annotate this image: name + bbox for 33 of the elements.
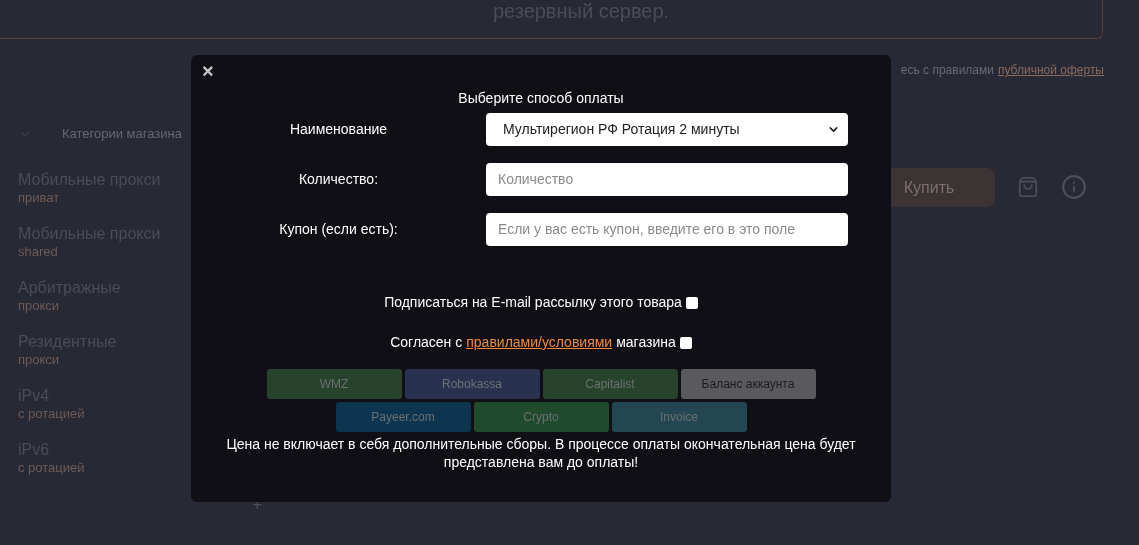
field-label: Купон (если есть): bbox=[278, 219, 399, 239]
payment-method-button[interactable]: Invoice bbox=[611, 402, 747, 432]
price-note: Цена не включает в себя дополнительные сборы. В процессе оплаты окончательная цена будет представлена вам до оплаты! bbox=[225, 435, 857, 471]
sidebar-item-subtitle: приват bbox=[18, 190, 61, 206]
payment-method-button[interactable]: WMZ bbox=[266, 369, 402, 399]
sidebar-item-subtitle: с ротацией bbox=[18, 460, 86, 476]
agree-text: магазина bbox=[616, 333, 676, 352]
terms-link[interactable]: правилами/условиями bbox=[466, 332, 613, 353]
payment-method-button[interactable]: Robokassa bbox=[404, 369, 540, 399]
payment-method-button[interactable]: Payeer.com bbox=[335, 402, 471, 432]
modal-title: Выберите способ оплаты bbox=[458, 89, 624, 107]
payment-method-button[interactable]: Capitalist bbox=[542, 369, 678, 399]
subscribe-label: Подписаться на E-mail рассылку этого товара bbox=[384, 293, 682, 312]
subscribe-checkbox[interactable] bbox=[685, 296, 698, 309]
sidebar-item-subtitle: shared bbox=[18, 244, 59, 260]
agree-text: Согласен с bbox=[390, 333, 463, 352]
agree-checkbox[interactable] bbox=[679, 336, 692, 349]
field-label: Наименование bbox=[288, 119, 389, 139]
payment-method-button[interactable]: Баланс аккаунта bbox=[680, 369, 816, 399]
payment-method-button[interactable]: Crypto bbox=[473, 402, 609, 432]
sidebar-item-subtitle: прокси bbox=[18, 298, 61, 314]
text-input[interactable]: Если у вас есть купон, введите его в это поле bbox=[486, 212, 848, 246]
text-input[interactable]: Количество bbox=[486, 162, 848, 196]
close-button[interactable]: × bbox=[202, 60, 214, 82]
sidebar-item-subtitle: прокси bbox=[18, 352, 61, 368]
info-icon[interactable] bbox=[1061, 174, 1087, 200]
offer-link[interactable]: публичной оферты bbox=[998, 61, 1104, 79]
field-label: Количество: bbox=[297, 169, 380, 189]
sidebar-item-subtitle: с ротацией bbox=[18, 406, 86, 422]
category-toggle[interactable]: Категории магазина bbox=[62, 124, 182, 144]
shopping-bag-icon[interactable] bbox=[1017, 174, 1039, 200]
offer-text: есь с правилами bbox=[900, 62, 994, 79]
product-select[interactable]: Мультирегион РФ Ротация 2 минуты bbox=[486, 112, 848, 146]
